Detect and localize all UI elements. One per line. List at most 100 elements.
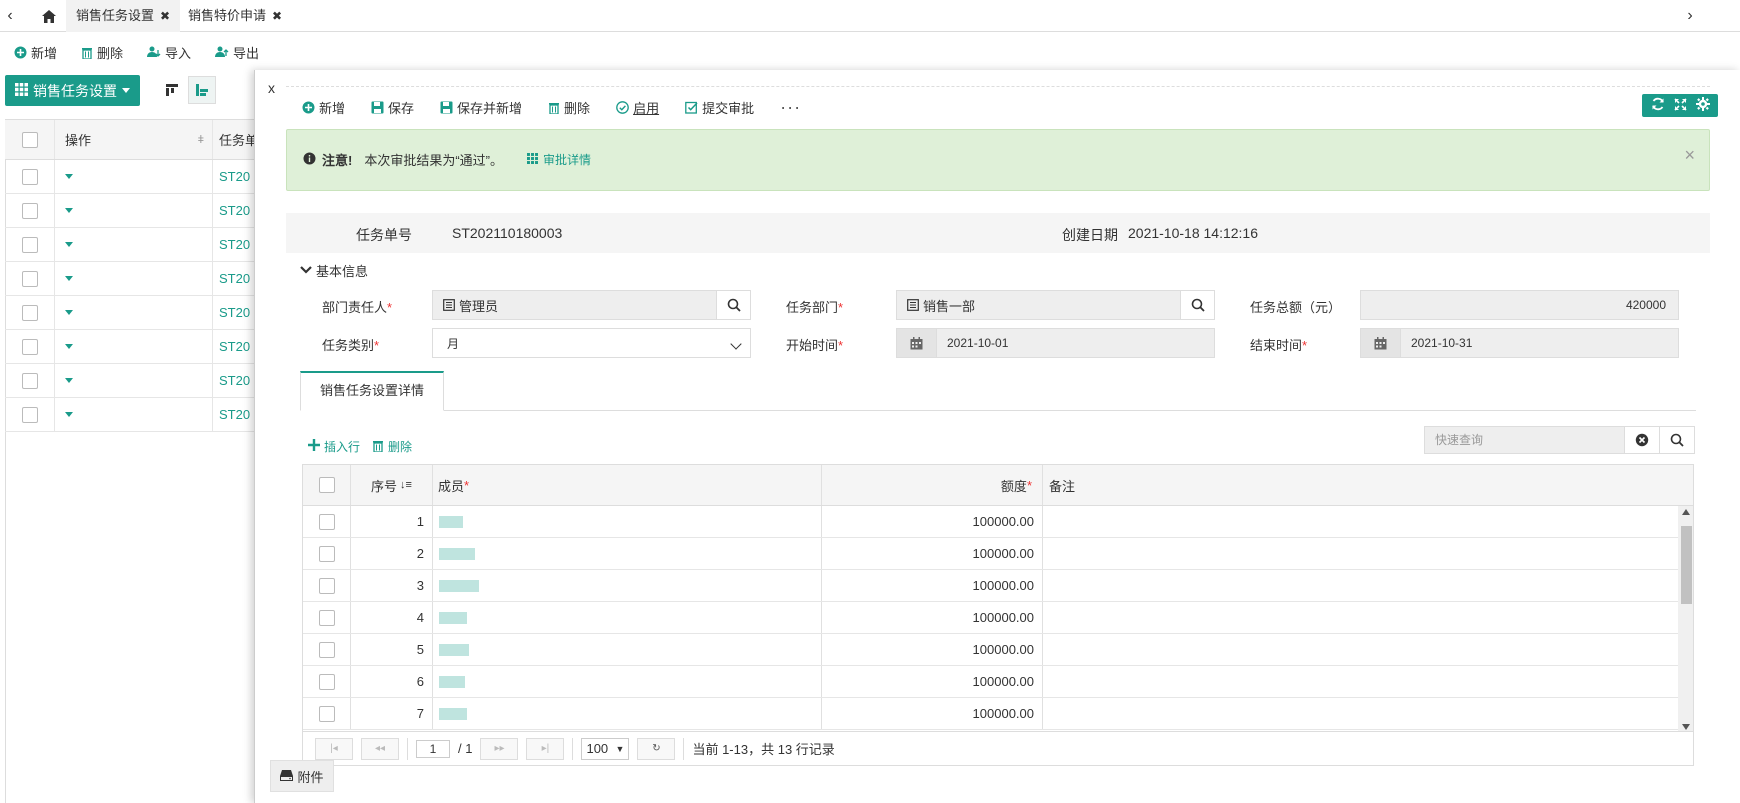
- table-row[interactable]: ST20: [5, 194, 255, 228]
- member-cell[interactable]: [433, 506, 822, 537]
- table-row[interactable]: ST20: [5, 160, 255, 194]
- type-select[interactable]: 月: [432, 328, 751, 358]
- approval-detail-link[interactable]: 审批详情: [527, 151, 591, 168]
- amount-cell[interactable]: 100000.00: [822, 506, 1043, 537]
- close-icon[interactable]: ✖: [160, 9, 170, 23]
- dept-field[interactable]: 销售一部: [896, 290, 1215, 320]
- table-row[interactable]: 7 100000.00: [303, 698, 1678, 730]
- caret-down-icon[interactable]: [65, 174, 73, 179]
- save-button[interactable]: 保存: [371, 98, 414, 117]
- sales-task-settings-dropdown[interactable]: 销售任务设置: [5, 75, 140, 106]
- row-checkbox[interactable]: [21, 236, 38, 253]
- search-icon[interactable]: [1180, 291, 1214, 319]
- scroll-up-icon[interactable]: [1682, 509, 1690, 515]
- member-cell[interactable]: [433, 570, 822, 601]
- remark-cell[interactable]: [1043, 634, 1678, 665]
- prev-page-button[interactable]: ◂◂: [361, 737, 399, 760]
- row-checkbox[interactable]: [318, 577, 335, 594]
- row-checkbox[interactable]: [21, 168, 38, 185]
- task-no-link[interactable]: ST20: [213, 160, 255, 193]
- caret-down-icon[interactable]: [65, 208, 73, 213]
- select-all-checkbox[interactable]: [318, 477, 335, 493]
- tab-sales-task-settings[interactable]: 销售任务设置 ✖: [66, 0, 181, 32]
- page-size-select[interactable]: 100 ▼: [581, 737, 630, 760]
- table-row[interactable]: ST20: [5, 330, 255, 364]
- remark-cell[interactable]: [1043, 506, 1678, 537]
- calendar-icon[interactable]: [1361, 329, 1401, 357]
- caret-down-icon[interactable]: [65, 276, 73, 281]
- search-icon[interactable]: [1659, 426, 1695, 454]
- delete-button[interactable]: 删除: [81, 43, 123, 62]
- refresh-icon[interactable]: [1651, 97, 1665, 114]
- row-checkbox[interactable]: [318, 513, 335, 530]
- add-button[interactable]: 新增: [14, 43, 57, 62]
- amount-cell[interactable]: 100000.00: [822, 634, 1043, 665]
- member-cell[interactable]: [433, 666, 822, 697]
- row-checkbox[interactable]: [21, 372, 38, 389]
- table-row[interactable]: 4 100000.00: [303, 602, 1678, 634]
- amount-cell[interactable]: 100000.00: [822, 666, 1043, 697]
- table-row[interactable]: ST20: [5, 296, 255, 330]
- task-no-link[interactable]: ST20: [213, 228, 255, 261]
- table-row[interactable]: ST20: [5, 228, 255, 262]
- delete-button[interactable]: 删除: [548, 98, 590, 117]
- caret-down-icon[interactable]: [65, 310, 73, 315]
- calendar-icon[interactable]: [897, 329, 937, 357]
- next-page-button[interactable]: ▸▸: [480, 737, 519, 760]
- refresh-icon[interactable]: ↻: [637, 737, 676, 760]
- row-checkbox[interactable]: [21, 304, 38, 321]
- alert-close-icon[interactable]: ×: [1684, 145, 1695, 166]
- amount-cell[interactable]: 100000.00: [822, 602, 1043, 633]
- enable-button[interactable]: 启用: [616, 98, 659, 117]
- remark-cell[interactable]: [1043, 602, 1678, 633]
- row-checkbox[interactable]: [318, 545, 335, 562]
- table-row[interactable]: 6 100000.00: [303, 666, 1678, 698]
- basic-info-section-toggle[interactable]: 基本信息: [300, 261, 368, 280]
- task-no-link[interactable]: ST20: [213, 398, 255, 431]
- table-row[interactable]: 2 100000.00: [303, 538, 1678, 570]
- grid-scrollbar[interactable]: [1678, 506, 1693, 731]
- pin-icon[interactable]: ǂ: [198, 134, 204, 146]
- add-button[interactable]: 新增: [302, 98, 345, 117]
- search-icon[interactable]: [716, 291, 750, 319]
- caret-down-icon[interactable]: [65, 344, 73, 349]
- row-checkbox[interactable]: [318, 641, 335, 658]
- member-cell[interactable]: [433, 698, 822, 729]
- tab-sales-task-detail[interactable]: 销售任务设置详情: [300, 371, 444, 411]
- export-button[interactable]: 导出: [215, 43, 259, 62]
- insert-row-button[interactable]: 插入行: [308, 438, 360, 455]
- row-checkbox[interactable]: [21, 406, 38, 423]
- clear-search-icon[interactable]: [1624, 426, 1660, 454]
- row-checkbox[interactable]: [21, 202, 38, 219]
- page-number-input[interactable]: 1: [416, 739, 450, 758]
- member-cell[interactable]: [433, 602, 822, 633]
- first-page-button[interactable]: |◂: [315, 737, 353, 760]
- tab-scroll-right-icon[interactable]: ›: [1680, 0, 1700, 32]
- close-icon[interactable]: ✖: [272, 9, 282, 23]
- row-checkbox[interactable]: [318, 705, 335, 722]
- task-no-link[interactable]: ST20: [213, 296, 255, 329]
- row-checkbox[interactable]: [21, 338, 38, 355]
- last-page-button[interactable]: ▸|: [526, 737, 565, 760]
- scroll-thumb[interactable]: [1681, 526, 1692, 604]
- panel-close-button[interactable]: x: [268, 80, 275, 96]
- table-row[interactable]: 1 100000.00: [303, 506, 1678, 538]
- table-row[interactable]: ST20: [5, 262, 255, 296]
- table-row[interactable]: ST20: [5, 398, 255, 432]
- table-row[interactable]: 3 100000.00: [303, 570, 1678, 602]
- start-date-field[interactable]: 2021-10-01: [896, 328, 1215, 358]
- row-checkbox[interactable]: [318, 609, 335, 626]
- amount-cell[interactable]: 100000.00: [822, 570, 1043, 601]
- member-cell[interactable]: [433, 538, 822, 569]
- more-icon[interactable]: ···: [780, 98, 801, 116]
- table-row[interactable]: 5 100000.00: [303, 634, 1678, 666]
- row-checkbox[interactable]: [21, 270, 38, 287]
- gear-icon[interactable]: [1695, 97, 1710, 114]
- scroll-down-icon[interactable]: [1682, 724, 1690, 730]
- row-checkbox[interactable]: [318, 673, 335, 690]
- fullscreen-icon[interactable]: [1673, 97, 1687, 114]
- delete-row-button[interactable]: 删除: [372, 438, 412, 455]
- caret-down-icon[interactable]: [65, 412, 73, 417]
- caret-down-icon[interactable]: [65, 378, 73, 383]
- import-button[interactable]: 导入: [147, 43, 191, 62]
